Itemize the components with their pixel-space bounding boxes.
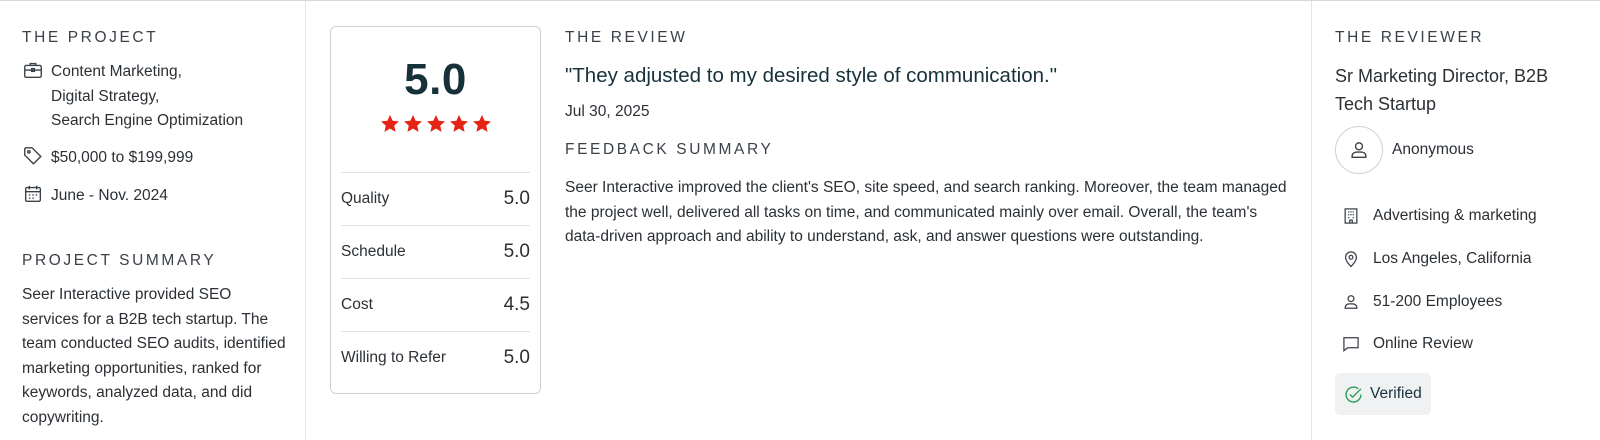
review-column: 5.0 Quality 5.0 Schedule 5.0 Cost 4.5 Wi…	[306, 1, 1312, 440]
service-item: Content Marketing,	[51, 63, 182, 80]
project-section-title: THE PROJECT	[22, 29, 159, 46]
project-services: Content Marketing, Digital Strategy, Sea…	[22, 60, 243, 134]
feedback-summary-title: FEEDBACK SUMMARY	[565, 141, 774, 158]
rating-row-quality: Quality 5.0	[341, 172, 530, 225]
building-icon	[1344, 208, 1358, 224]
rating-value: 5.0	[503, 347, 530, 368]
review-type-value: Online Review	[1373, 335, 1473, 352]
reviewer-company-size: 51-200 Employees	[1341, 292, 1502, 312]
star-rating	[331, 113, 540, 135]
star-icon	[403, 115, 422, 132]
company-size-value: 51-200 Employees	[1373, 293, 1503, 310]
rating-value: 5.0	[503, 188, 530, 209]
reviewer-location: Los Angeles, California	[1341, 249, 1532, 269]
timeline-value: June - Nov. 2024	[51, 187, 168, 204]
reviewer-column: THE REVIEWER Sr Marketing Director, B2B …	[1312, 1, 1600, 440]
reviewer-review-type: Online Review	[1341, 334, 1473, 354]
rating-row-cost: Cost 4.5	[341, 278, 530, 331]
overall-score: 5.0	[404, 55, 467, 104]
rating-row-schedule: Schedule 5.0	[341, 225, 530, 278]
rating-breakdown: Quality 5.0 Schedule 5.0 Cost 4.5 Willin…	[341, 172, 530, 384]
rating-label: Quality	[341, 190, 390, 207]
location-value: Los Angeles, California	[1373, 250, 1532, 267]
project-summary-text: Seer Interactive provided SEO services f…	[22, 286, 286, 426]
budget-value: $50,000 to $199,999	[51, 149, 194, 166]
rating-row-willing-to-refer: Willing to Refer 5.0	[341, 331, 530, 384]
rating-value: 4.5	[503, 294, 530, 315]
service-item: Search Engine Optimization	[51, 112, 244, 129]
user-icon	[1351, 142, 1367, 159]
star-icon	[380, 115, 399, 132]
briefcase-icon	[24, 62, 42, 79]
star-icon	[472, 115, 491, 132]
review-card: THE PROJECT Content Marketing, Digital S…	[0, 0, 1600, 440]
review-section-title: THE REVIEW	[565, 29, 688, 46]
project-summary-title: PROJECT SUMMARY	[22, 252, 217, 269]
project-timeline: June - Nov. 2024	[22, 184, 168, 209]
reviewer-identity: Anonymous	[1335, 126, 1474, 174]
star-icon	[426, 115, 445, 132]
review-quote: "They adjusted to my desired style of co…	[565, 64, 1057, 87]
verified-label: Verified	[1370, 385, 1422, 402]
project-budget: $50,000 to $199,999	[22, 146, 193, 171]
industry-value: Advertising & marketing	[1373, 207, 1537, 224]
rating-label: Willing to Refer	[341, 349, 447, 366]
review-date: Jul 30, 2025	[565, 103, 650, 120]
check-circle-icon	[1345, 385, 1362, 403]
avatar	[1335, 126, 1383, 174]
tag-icon	[24, 147, 42, 165]
star-icon	[449, 115, 468, 132]
service-item: Digital Strategy,	[51, 87, 160, 105]
chat-bubble-icon	[1343, 337, 1359, 352]
rating-label: Schedule	[341, 243, 406, 260]
reviewer-industry: Advertising & marketing	[1341, 206, 1537, 226]
rating-card: 5.0 Quality 5.0 Schedule 5.0 Cost 4.5 Wi…	[330, 26, 541, 394]
feedback-summary-text: Seer Interactive improved the client's S…	[565, 179, 1287, 245]
location-pin-icon	[1344, 251, 1358, 268]
person-icon	[1344, 295, 1358, 309]
reviewer-role: Sr Marketing Director, B2B Tech Startup	[1335, 66, 1549, 114]
project-column: THE PROJECT Content Marketing, Digital S…	[0, 1, 306, 440]
rating-label: Cost	[341, 296, 373, 313]
verified-badge: Verified	[1335, 373, 1431, 415]
rating-value: 5.0	[503, 241, 530, 262]
calendar-icon	[24, 185, 42, 203]
reviewer-section-title: THE REVIEWER	[1335, 29, 1485, 46]
reviewer-name: Anonymous	[1392, 141, 1474, 158]
